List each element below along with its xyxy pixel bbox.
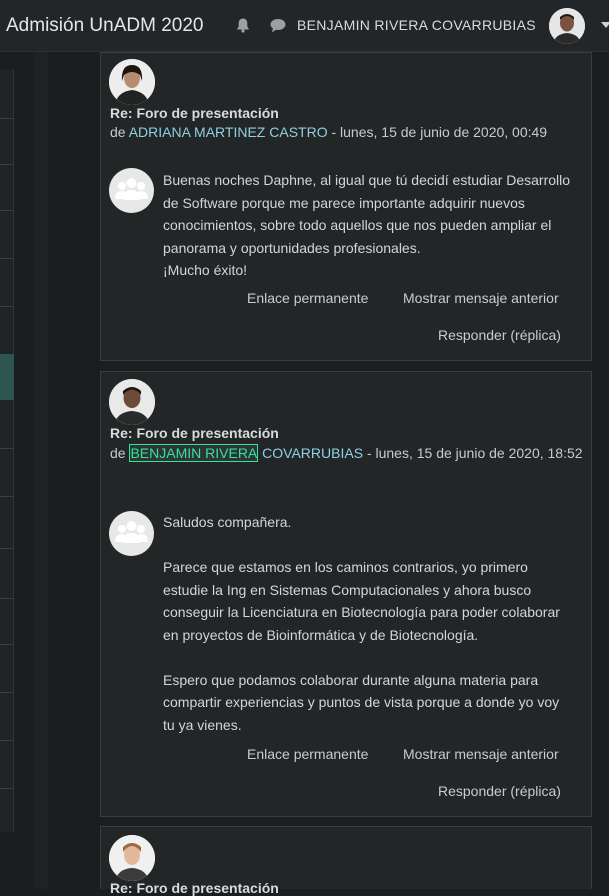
message-paragraph: Saludos compañera.: [163, 514, 292, 530]
drawer-divider: [0, 118, 14, 119]
drawer-divider: [0, 448, 14, 449]
user-menu-name[interactable]: BENJAMIN RIVERA COVARRUBIAS: [297, 17, 536, 33]
site-title[interactable]: Admisión UnADM 2020: [6, 15, 203, 37]
group-picture-icon: [109, 511, 154, 556]
permalink-link[interactable]: Enlace permanente: [247, 290, 368, 306]
reply-link[interactable]: Responder (réplica): [438, 327, 561, 343]
course-index-drawer: [0, 70, 14, 832]
top-navbar: Admisión UnADM 2020 BENJAMIN RIVERA COVA…: [0, 0, 609, 52]
message-paragraph: Parece que estamos en los caminos contra…: [163, 559, 560, 643]
post-date: - lunes, 15 de junio de 2020, 18:52: [363, 445, 583, 461]
forum-post: Re: Foro de presentación de BENJAMIN RIV…: [100, 371, 592, 817]
post-byline: de ADRIANA MARTINEZ CASTRO - lunes, 15 d…: [110, 121, 585, 144]
author-link[interactable]: ADRIANA MARTINEZ CASTRO: [129, 124, 328, 140]
chevron-down-icon[interactable]: [601, 22, 609, 28]
post-message: Buenas noches Daphne, al igual que tú de…: [163, 169, 573, 282]
drawer-divider: [0, 644, 14, 645]
drawer-divider: [0, 306, 14, 307]
message-paragraph: ¡Mucho éxito!: [163, 262, 248, 278]
drawer-divider: [0, 164, 14, 165]
post-subject: Re: Foro de presentación: [110, 425, 279, 441]
post-subject: Re: Foro de presentación: [110, 880, 279, 896]
message-paragraph: Buenas noches Daphne, al igual que tú de…: [163, 172, 571, 256]
forum-post: Re: Foro de presentación de ADRIANA MART…: [100, 52, 592, 361]
drawer-divider: [0, 548, 14, 549]
show-parent-link[interactable]: Mostrar mensaje anterior: [403, 746, 559, 762]
reply-link[interactable]: Responder (réplica): [438, 783, 561, 799]
show-parent-link[interactable]: Mostrar mensaje anterior: [403, 290, 559, 306]
drawer-divider: [0, 788, 14, 789]
drawer-divider: [0, 496, 14, 497]
post-message: Saludos compañera. Parece que estamos en…: [163, 511, 573, 736]
drawer-divider: [0, 210, 14, 211]
author-avatar[interactable]: [109, 59, 155, 105]
author-avatar[interactable]: [109, 379, 155, 425]
drawer-divider: [0, 740, 14, 741]
drawer-divider: [0, 258, 14, 259]
byline-prefix: de: [110, 445, 130, 461]
chat-icon[interactable]: [270, 18, 286, 33]
permalink-link[interactable]: Enlace permanente: [247, 746, 368, 762]
author-avatar[interactable]: [109, 835, 155, 881]
author-link[interactable]: COVARRUBIAS: [258, 445, 363, 461]
drawer-item-active[interactable]: [0, 354, 14, 400]
author-link-highlighted[interactable]: BENJAMIN RIVERA: [129, 444, 259, 462]
user-avatar[interactable]: [549, 8, 585, 44]
byline-prefix: de: [110, 124, 129, 140]
post-date: - lunes, 15 de junio de 2020, 00:49: [327, 124, 548, 140]
post-byline: de BENJAMIN RIVERA COVARRUBIAS - lunes, …: [110, 442, 585, 465]
group-picture-icon: [109, 168, 154, 213]
drawer-divider: [0, 598, 14, 599]
content-gutter: [34, 52, 48, 889]
forum-post: Re: Foro de presentación: [100, 826, 592, 896]
bell-icon[interactable]: [235, 17, 251, 33]
message-paragraph: Espero que podamos colaborar durante alg…: [163, 671, 560, 733]
drawer-divider: [0, 692, 14, 693]
post-subject: Re: Foro de presentación: [110, 105, 279, 121]
